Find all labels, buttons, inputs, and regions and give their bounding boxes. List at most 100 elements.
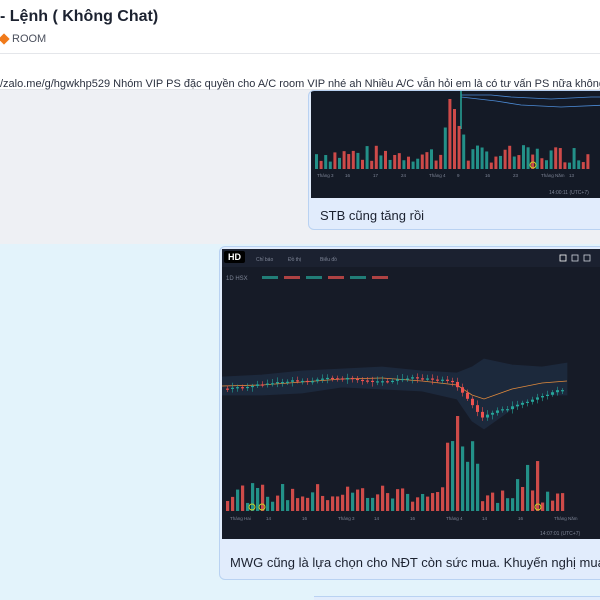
volume-bar — [356, 152, 360, 169]
ohlc-value — [350, 276, 366, 279]
volume-bar — [481, 501, 485, 511]
candle — [496, 410, 499, 413]
candle — [311, 381, 314, 383]
volume-bar — [494, 156, 498, 169]
candle — [461, 387, 464, 393]
volume-bar — [420, 154, 424, 169]
volume-bar — [476, 463, 480, 511]
volume-bar — [431, 493, 435, 511]
volume-bar — [526, 464, 530, 511]
candle — [411, 377, 414, 379]
volume-bar — [296, 498, 300, 511]
volume-bar — [434, 160, 438, 169]
hd-badge: HD — [224, 251, 245, 263]
volume-bar — [271, 501, 275, 511]
candle — [361, 379, 364, 382]
message-bubble-partial[interactable] — [314, 596, 600, 600]
candle — [506, 409, 509, 411]
volume-bar — [261, 484, 265, 511]
volume-bar — [516, 479, 520, 511]
chat-header: - Lệnh ( Không Chat) ROOM — [0, 0, 600, 54]
candle — [531, 399, 534, 402]
volume-bar — [328, 161, 332, 169]
candle — [301, 380, 304, 383]
x-tick-label: Tháng 3 — [317, 173, 334, 178]
room-badge[interactable]: ROOM — [0, 31, 46, 47]
message-caption: STB cũng tăng rồi — [320, 208, 425, 223]
candle — [356, 378, 359, 381]
volume-bar — [331, 496, 335, 511]
volume-bar — [476, 145, 479, 169]
chart-image-stb[interactable]: Tháng 3 16 17 24 Tháng 4 9 16 23 Tháng Năm 13 14:… — [311, 91, 600, 198]
volume-bar — [347, 154, 351, 169]
chat-area[interactable]: Tháng 3 16 17 24 Tháng 4 9 16 23 Tháng Năm 13 14:… — [0, 90, 600, 600]
volume-bar — [388, 159, 392, 169]
volume-bar — [501, 490, 505, 511]
candle — [406, 378, 409, 380]
candle — [391, 380, 394, 383]
x-tick-label: 14 — [482, 516, 488, 521]
volume-bar — [351, 150, 355, 169]
chat-title[interactable]: - Lệnh ( Không Chat) — [0, 8, 158, 26]
volume-bar — [306, 497, 310, 511]
volume-bar — [374, 145, 378, 169]
volume-bar — [506, 498, 510, 511]
volume-bar — [586, 154, 590, 169]
volume-bar — [439, 154, 443, 169]
volume-bar — [231, 496, 235, 511]
candle — [536, 397, 539, 400]
message-bubble[interactable]: Tháng 3 16 17 24 Tháng 4 9 16 23 Tháng Năm 13 14:… — [308, 90, 600, 230]
candle — [416, 377, 419, 379]
x-tick-label: 16 — [302, 516, 308, 521]
volume-bar — [485, 151, 489, 169]
volume-bar — [480, 147, 484, 169]
volume-bar — [319, 160, 323, 169]
pinned-message-bar[interactable]: /zalo.me/g/hgwkhp529 Nhóm VIP PS đặc quy… — [0, 54, 600, 90]
volume-bar — [512, 156, 516, 169]
volume-bar — [526, 147, 530, 169]
x-tick-label: 14 — [266, 516, 272, 521]
volume-bar — [577, 160, 581, 169]
volume-bar — [333, 152, 337, 169]
chart-toolbar-item: Biểu đồ — [320, 256, 337, 263]
volume-bar — [471, 149, 475, 169]
x-tick-label: Tháng 3 — [338, 516, 355, 521]
volume-bar — [346, 486, 350, 511]
volume-bar — [496, 502, 500, 511]
chart-symbol: 1D HSX — [226, 276, 248, 282]
volume-bar — [531, 490, 535, 511]
volume-bar — [356, 489, 360, 511]
candle — [291, 380, 294, 382]
mwg-chart-svg: Chỉ báo Đồ thị Biểu đồ 1D HSX Tháng Hai 14 1… — [221, 249, 600, 537]
volume-bar — [521, 486, 525, 511]
candle — [336, 378, 339, 380]
volume-bar — [554, 147, 558, 169]
chart-image-mwg[interactable]: Chỉ báo Đồ thị Biểu đồ 1D HSX Tháng Hai 14 1… — [221, 249, 600, 539]
volume-bar — [411, 501, 415, 511]
candle — [546, 394, 549, 396]
volume-bar — [341, 494, 345, 511]
volume-bar — [453, 109, 456, 169]
message-bubble[interactable]: Chỉ báo Đồ thị Biểu đồ 1D HSX Tháng Hai 14 1… — [219, 246, 600, 580]
volume-bar — [236, 489, 240, 511]
x-tick-label: 16 — [518, 516, 524, 521]
volume-bar — [391, 498, 395, 511]
volume-bar — [301, 496, 305, 511]
candle — [516, 404, 519, 407]
x-tick-label: 14 — [374, 516, 380, 521]
room-badge-label: ROOM — [12, 33, 47, 45]
candle — [476, 405, 479, 412]
candle — [481, 411, 484, 418]
volume-bar — [315, 154, 318, 169]
volume-bar — [540, 158, 544, 169]
volume-bar — [276, 495, 280, 511]
candle — [466, 392, 469, 399]
volume-bar — [471, 441, 475, 511]
chart-toolbar — [222, 249, 600, 267]
volume-bar — [365, 146, 369, 169]
candle — [256, 384, 259, 386]
candle — [431, 378, 434, 380]
volume-bar — [561, 493, 565, 511]
chart-timestamp: 14:07:01 (UTC+7) — [540, 531, 580, 537]
candle — [226, 388, 229, 390]
